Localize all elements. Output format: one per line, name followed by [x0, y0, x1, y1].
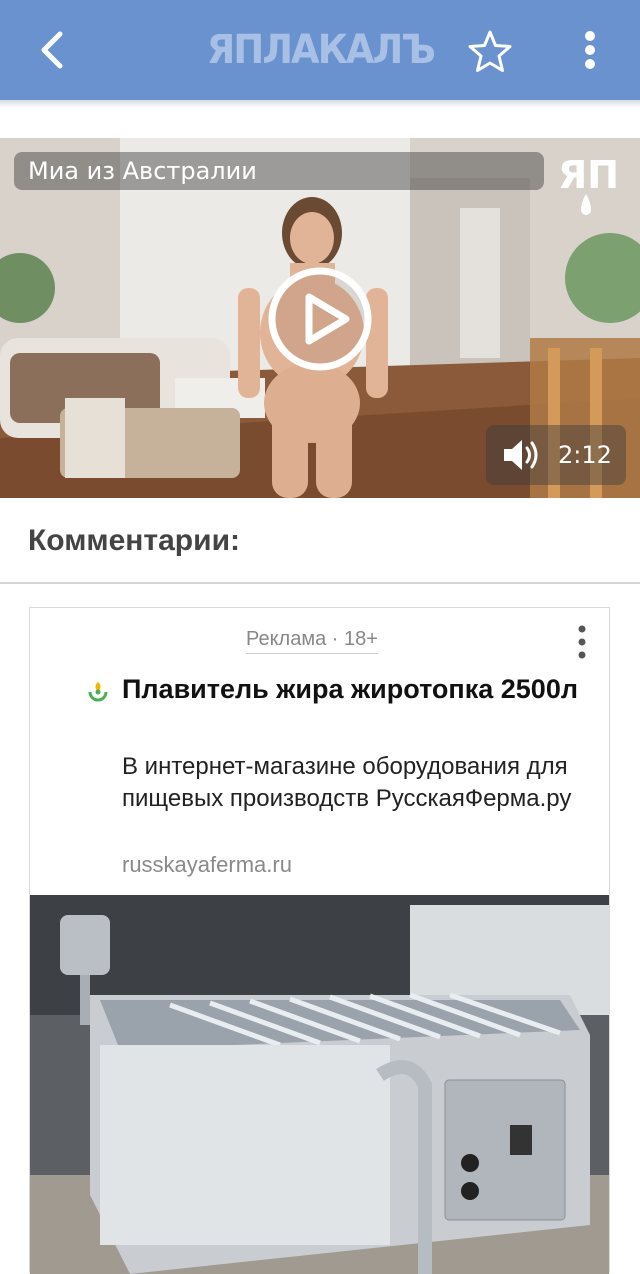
ad-image[interactable]	[30, 895, 609, 1274]
yap-logo-icon: ЯП	[558, 153, 619, 215]
video-overlay: Миа из Австралии ЯП 2:12	[0, 0, 640, 500]
ad-card[interactable]: Реклама · 18+ Плавитель жира жиротопка 2…	[29, 607, 610, 1274]
video-title-pill: Миа из Австралии	[14, 152, 544, 190]
video-controls: 2:12	[486, 425, 626, 485]
ad-description: В интернет-магазине оборудования для пищ…	[122, 753, 572, 812]
svg-text:ЯП: ЯП	[558, 153, 619, 197]
speaker-icon[interactable]	[502, 437, 542, 473]
leaf-icon	[88, 682, 108, 702]
play-circle-icon[interactable]	[266, 265, 374, 373]
ad-headline[interactable]: Плавитель жира жиротопка 2500л	[122, 672, 592, 706]
video-duration: 2:12	[558, 441, 612, 469]
video-title: Миа из Австралии	[28, 157, 257, 185]
section-divider	[0, 582, 640, 584]
fat-melter-image	[30, 895, 609, 1274]
comments-heading: Комментарии:	[28, 524, 241, 557]
ad-label[interactable]: Реклама · 18+	[246, 628, 378, 654]
ad-menu-icon[interactable]	[570, 622, 594, 662]
ad-domain[interactable]: russkayaferma.ru	[122, 852, 292, 878]
